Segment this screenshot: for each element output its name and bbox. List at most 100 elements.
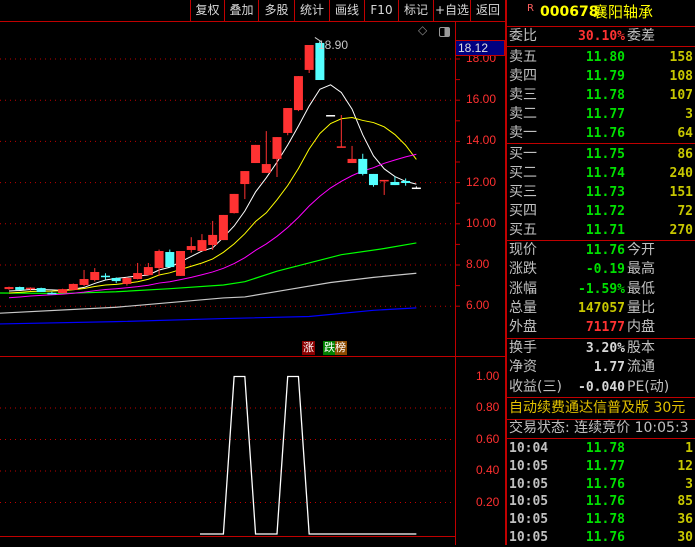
- tick-row: 10:05 11.76 85: [507, 492, 695, 511]
- candle-body: [293, 76, 303, 111]
- tick-time: 10:05: [509, 476, 549, 492]
- tick-row: 10:05 11.77 12: [507, 457, 695, 476]
- stat-label: 外盘: [509, 319, 537, 336]
- weibi-value: 30.10%: [578, 29, 625, 44]
- candle-body: [100, 275, 110, 278]
- candle-body: [36, 288, 46, 292]
- candle-body: [336, 146, 346, 148]
- candle-body: [143, 267, 153, 276]
- stat-row: 收益(三) -0.040 PE(动): [507, 378, 695, 397]
- promo-banner[interactable]: 自动续费通达信普及版 30元: [507, 399, 695, 418]
- stat-label: 涨跌: [509, 261, 537, 278]
- stat-value: -0.040: [578, 379, 625, 395]
- candle-body: [111, 277, 121, 282]
- order-price: 11.78: [585, 88, 625, 103]
- order-label: 买五: [509, 222, 537, 238]
- candle-body: [176, 250, 186, 276]
- candle-body: [272, 137, 282, 159]
- tick-volume: 12: [677, 458, 693, 474]
- tick-price: 11.76: [585, 476, 625, 492]
- stat-label: 换手: [509, 340, 537, 356]
- order-price: 11.76: [585, 126, 625, 141]
- tick-time: 10:05: [509, 458, 549, 474]
- stat-row: 涨幅 -1.59% 最低: [507, 280, 695, 299]
- order-label: 卖四: [509, 68, 537, 84]
- lower-tick-label: 1.00: [476, 368, 500, 383]
- tick-price: 11.78: [585, 441, 625, 456]
- candle-body: [283, 108, 293, 133]
- stat-row: 总量 147057 量比: [507, 299, 695, 318]
- sell-row: 卖四 11.79 108: [507, 67, 695, 86]
- rise-rank-tag[interactable]: 涨: [302, 341, 315, 355]
- candle-body: [368, 173, 378, 186]
- candle-body: [197, 240, 207, 251]
- candle-body: [401, 180, 411, 184]
- candle-body: [390, 181, 400, 186]
- buy-row: 买二 11.74 240: [507, 164, 695, 183]
- order-price: 11.73: [585, 185, 625, 200]
- weicha-label: 委差: [627, 28, 655, 44]
- candle-body: [411, 187, 421, 190]
- tick-time: 10:05: [509, 494, 549, 510]
- tick-price: 11.76: [585, 530, 625, 545]
- candle-body: [218, 214, 228, 241]
- candle-body: [304, 44, 314, 70]
- y-tick-label: 14.00: [466, 133, 497, 148]
- y-tick-label: 6.00: [466, 298, 490, 313]
- ma5-line: [8, 84, 417, 292]
- layout-toggle-icon[interactable]: [439, 27, 450, 37]
- candle-body: [25, 287, 35, 290]
- order-label: 卖五: [509, 49, 537, 65]
- diamond-icon[interactable]: ◇: [418, 23, 427, 37]
- candle-body: [15, 287, 25, 290]
- ma10-line: [8, 117, 417, 294]
- tick-price: 11.77: [585, 458, 625, 474]
- stat-value: -1.59%: [578, 281, 625, 297]
- stat-label: 收益(三): [509, 378, 562, 395]
- tick-row: 10:04 11.78 1: [507, 439, 695, 458]
- lower-tick-label: 0.60: [476, 431, 500, 446]
- order-label: 买四: [509, 203, 537, 219]
- y-tick-label: 8.00: [466, 257, 490, 271]
- stat-label2: 最高: [627, 261, 655, 278]
- order-price: 11.71: [585, 223, 625, 238]
- order-price: 11.74: [585, 166, 625, 181]
- buy-row: 买五 11.71 270: [507, 221, 695, 240]
- order-volume: 3: [685, 107, 693, 122]
- stat-value: 11.76: [585, 243, 625, 258]
- stat-row: 外盘 71177 内盘: [507, 318, 695, 337]
- stat-label2: 今开: [627, 242, 655, 258]
- stat-label2: 股本: [627, 340, 655, 356]
- tick-price: 11.78: [585, 512, 625, 528]
- order-volume: 64: [677, 126, 693, 141]
- tick-row: 10:05 11.78 36: [507, 510, 695, 529]
- sell-row: 卖二 11.77 3: [507, 105, 695, 124]
- buy-row: 买一 11.75 86: [507, 145, 695, 164]
- stat-value: -0.19: [585, 262, 625, 278]
- sell-row: 卖三 11.78 107: [507, 86, 695, 105]
- stock-code: 000678: [540, 4, 599, 20]
- candle-body: [347, 158, 357, 164]
- tick-volume: 1: [685, 441, 693, 456]
- order-volume: 151: [669, 185, 693, 200]
- order-label: 买一: [509, 146, 537, 162]
- ma-line-ma-green: [0, 242, 417, 295]
- kline-chart[interactable]: [0, 0, 505, 545]
- stat-label2: 最低: [627, 280, 655, 297]
- weibi-row: 委比 30.10% 委差: [507, 27, 695, 46]
- candle-body: [165, 252, 175, 268]
- candle-body: [133, 273, 143, 280]
- stat-value: 1.77: [593, 360, 625, 376]
- sell-row: 卖一 11.76 64: [507, 124, 695, 143]
- order-volume: 240: [669, 166, 693, 181]
- fall-rank-tag[interactable]: 跌榜: [323, 341, 347, 355]
- candle-body: [326, 115, 336, 117]
- tick-volume: 85: [677, 494, 693, 510]
- order-volume: 270: [669, 223, 693, 238]
- weibi-label: 委比: [509, 28, 537, 44]
- candle-body: [251, 144, 261, 164]
- y-tick-label: 16.00: [466, 92, 497, 107]
- order-price: 11.77: [585, 107, 625, 122]
- candle-body: [68, 283, 78, 290]
- cursor-price-box: 18.12: [455, 40, 505, 56]
